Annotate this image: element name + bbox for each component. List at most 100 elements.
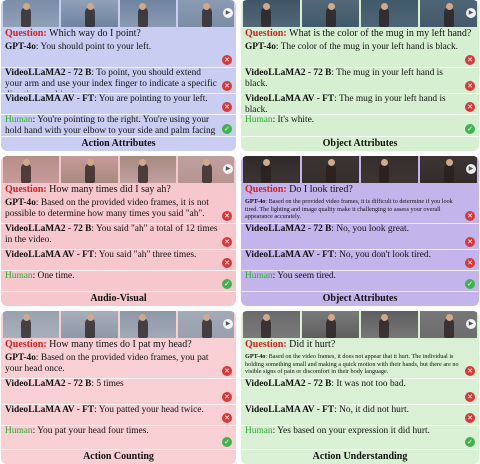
video-frame [61,0,118,27]
x-icon: ✕ [465,392,475,402]
answer-row: VideoLLaMA2 - 72 B: You said "ah" a tota… [1,224,236,248]
answer-row: VideoLLaMA AV - FT: The mug in your left… [241,94,479,113]
answer-row: GPT-4o: Based on the provided video fram… [241,198,479,222]
play-icon[interactable]: ▶ [223,164,233,174]
answer-row: VideoLLaMA AV - FT: You are pointing to … [1,94,236,113]
human-label: Human [5,426,33,436]
x-icon: ✕ [465,366,475,376]
x-icon: ✕ [465,81,475,91]
model-name: VideoLLaMA AV - FT [245,250,335,260]
question-label: Question: [245,339,290,350]
answer-row: VideoLLaMA2 - 72 B: The mug in your left… [241,68,479,92]
person-head [139,159,146,166]
answer-text: : You're pointing to the right. You're u… [5,115,216,135]
question-text: Did it hurt? [289,339,336,350]
example-panel: ▶ Question: What is the color of the mug … [241,0,479,151]
person-head [445,314,453,321]
question-line: Question: How many times did I say ah? [1,183,236,197]
model-name: VideoLLaMA2 - 72 B [5,68,92,78]
video-frame [302,0,359,27]
video-frame-strip: ▶ [1,0,236,27]
model-name: GPT-4o [245,353,266,360]
person-figure [21,7,31,27]
person-head [262,314,270,321]
example-panel: ▶ Question: How many times do I pat my he… [1,311,236,464]
video-frame [361,156,418,183]
question-text: Do I look tired? [289,184,353,195]
answer-text: : 5 times [91,379,124,389]
person-figure [201,163,212,183]
answer-text: : One time. [32,271,75,281]
person-figure [444,318,454,338]
answer-row: Human: You pat your head four times. [1,426,236,448]
answer-text: : It's white. [272,115,315,125]
video-frame-strip: ▶ [241,156,479,183]
question-label: Question: [5,28,50,39]
answer-row: GPT-4o: The color of the mug in your lef… [241,42,479,66]
play-icon[interactable]: ▶ [223,8,233,18]
human-label: Human [245,115,273,125]
answer-text: : Based on the provided video frames, it… [245,198,453,220]
question-line: Question: How many times do I pat my hea… [1,338,236,352]
answer-text: : Yes based on your expression it did hu… [272,426,430,436]
person-head [139,314,146,321]
play-icon[interactable]: ▶ [466,319,476,329]
model-name: VideoLLaMA2 - 72 B [245,68,332,78]
person-head [445,159,453,166]
video-frame-strip: ▶ [1,156,236,183]
answer-text: : You pat your head four times. [32,426,149,436]
answer-row: VideoLLaMA AV - FT: No, it did not hurt. [241,405,479,424]
person-head [380,159,388,166]
answer-text: : Based on the video frames, it does not… [245,353,459,375]
video-frame-strip: ▶ [1,311,236,338]
x-icon: ✕ [465,258,475,268]
person-figure [21,318,31,338]
question-line: Question: Did it hurt? [241,338,479,352]
example-panel: ▶ Question: Which way do I point? GPT-4o: … [1,0,236,151]
question-text: How many times did I say ah? [49,184,171,195]
person-head [380,3,388,10]
video-frame-strip: ▶ [241,311,479,338]
answer-row: GPT-4o: You should point to your left. [1,42,236,66]
question-line: Question: Which way do I point? [1,27,236,41]
video-frame [302,311,359,338]
answer-row: VideoLLaMA AV - FT: No, you don't look t… [241,250,479,269]
model-name: VideoLLaMA AV - FT [245,94,335,104]
person-figure [326,163,336,183]
answer-text: : You seem tired. [272,271,336,281]
model-name: VideoLLaMA AV - FT [5,405,95,415]
answer-row: GPT-4o: Based on the provided video fram… [1,198,236,222]
answer-row: Human: You seem tired. [241,271,479,290]
x-icon: ✕ [222,81,232,91]
play-icon[interactable]: ▶ [223,319,233,329]
video-frame [243,0,300,27]
model-name: GPT-4o [245,198,266,205]
answer-text: : No, you look great. [331,224,409,234]
answer-text: : The color of the mug in your left hand… [275,42,458,52]
person-head [22,159,30,166]
person-figure [85,318,96,338]
person-head [262,3,270,10]
answer-row: VideoLLaMA2 - 72 B: No, you look great. [241,224,479,248]
person-head [327,159,335,166]
check-icon: ✓ [465,279,475,289]
question-line: Question: Do I look tired? [241,183,479,197]
answer-text: : You should point to your left. [35,42,152,52]
model-name: VideoLLaMA AV - FT [245,405,335,415]
x-icon: ✕ [465,55,475,65]
person-figure [261,7,271,27]
x-icon: ✕ [465,413,475,423]
video-frame [3,311,60,338]
person-figure [137,163,148,183]
play-icon[interactable]: ▶ [466,164,476,174]
human-label: Human [245,426,273,436]
category-label: Audio-Visual [90,293,147,304]
play-icon[interactable]: ▶ [466,8,476,18]
video-frame [119,311,176,338]
answer-row: Human: You're pointing to the right. You… [1,115,236,135]
person-figure [137,7,148,27]
answer-row: Human: It's white. [241,115,479,135]
x-icon: ✕ [222,392,232,402]
example-panel: ▶ Question: Do I look tired? GPT-4o: Based… [241,156,479,306]
question-text: How many times do I pat my head? [49,339,192,350]
